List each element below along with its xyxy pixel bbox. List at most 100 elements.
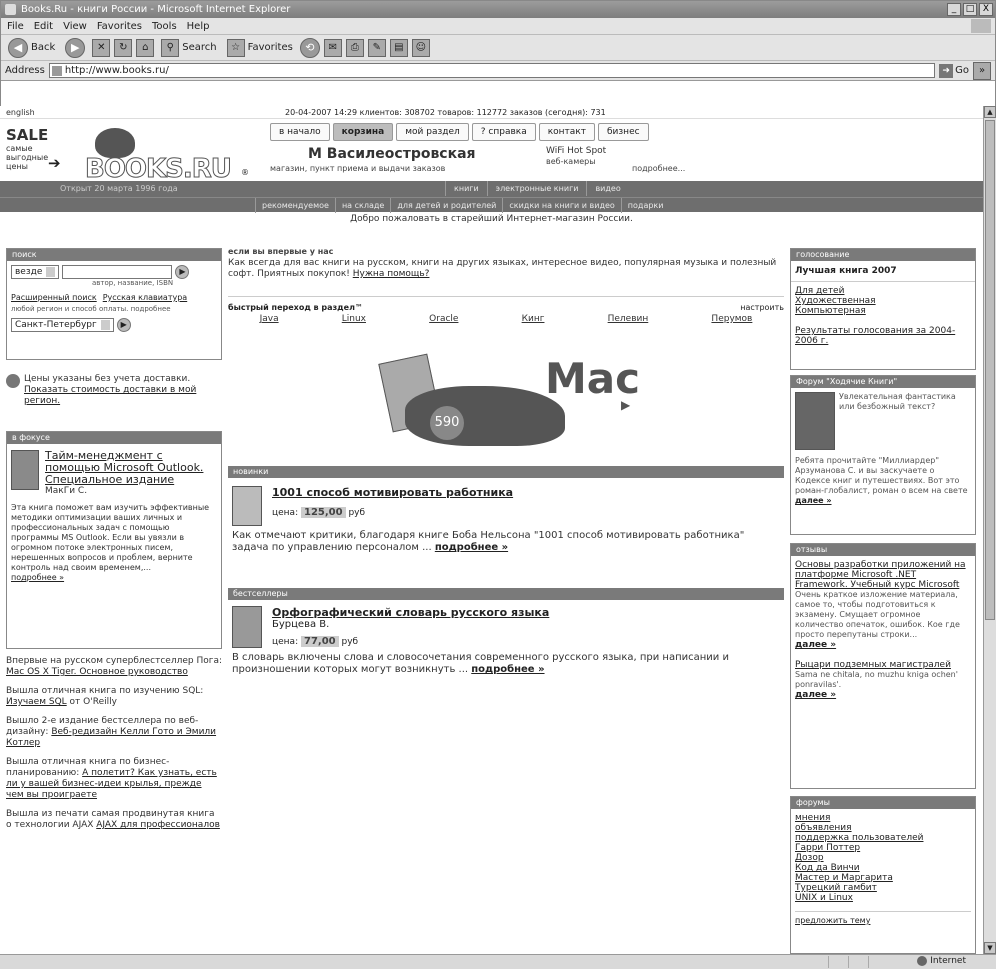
news-link[interactable]: Mac OS X Tiger. Основное руководство bbox=[6, 667, 188, 677]
delivery-link[interactable]: Показать стоимость доставки в мой регион… bbox=[24, 385, 196, 406]
novelty-book-cover[interactable] bbox=[232, 486, 262, 526]
close-button[interactable]: X bbox=[979, 3, 993, 16]
home-icon[interactable]: ⌂ bbox=[136, 38, 155, 57]
forward-button[interactable]: ▶ bbox=[62, 37, 88, 58]
back-button[interactable]: ◀ Back bbox=[5, 37, 58, 58]
advanced-search-link[interactable]: Расширенный поиск bbox=[11, 293, 97, 302]
go-button[interactable]: ➜ Go bbox=[939, 63, 969, 78]
back-arrow-icon: ◀ bbox=[8, 37, 28, 58]
quick-jump-settings[interactable]: настроить bbox=[740, 303, 784, 312]
russian-keyboard-link[interactable]: Русская клавиатура bbox=[103, 293, 187, 302]
review-book-link[interactable]: Рыцари подземных магистралей bbox=[795, 660, 971, 670]
tab-cart[interactable]: корзина bbox=[332, 123, 394, 141]
search-button[interactable]: ⚲ Search bbox=[158, 38, 219, 57]
maximize-button[interactable]: □ bbox=[963, 3, 977, 16]
sub-in-stock[interactable]: на складе bbox=[334, 198, 390, 213]
voting-results-link[interactable]: Результаты голосования за 2004-2006 г. bbox=[795, 326, 971, 346]
promo-more-link[interactable]: подробнее... bbox=[632, 164, 685, 173]
scroll-down-icon[interactable]: ▼ bbox=[984, 942, 996, 954]
favorites-button[interactable]: ☆ Favorites bbox=[224, 38, 296, 57]
sub-recommended[interactable]: рекомендуемое bbox=[255, 198, 335, 213]
novelty-more-link[interactable]: подробнее » bbox=[435, 542, 508, 553]
bestseller-price: 77,00 bbox=[300, 636, 339, 647]
tab-business[interactable]: бизнес bbox=[598, 123, 649, 141]
stop-icon[interactable]: ✕ bbox=[92, 38, 111, 57]
discuss-icon[interactable]: ▤ bbox=[389, 38, 408, 57]
history-icon[interactable]: ⟲ bbox=[299, 37, 320, 58]
site-logo[interactable]: BOOKS.RU ® bbox=[85, 128, 249, 185]
links-icon[interactable]: » bbox=[973, 61, 991, 80]
quick-link-java[interactable]: Java bbox=[260, 314, 279, 324]
category-ebooks[interactable]: электронные книги bbox=[486, 181, 587, 196]
quick-link-oracle[interactable]: Oracle bbox=[429, 314, 458, 324]
search-icon: ⚲ bbox=[161, 38, 180, 57]
review-book-link[interactable]: Основы разработки приложений на платформ… bbox=[795, 560, 971, 590]
print-icon[interactable]: ⎙ bbox=[345, 38, 364, 57]
need-help-link[interactable]: Нужна помощь? bbox=[353, 269, 430, 279]
city-select[interactable]: Санкт-Петербург bbox=[11, 318, 114, 332]
metro-station[interactable]: М Василеостровская bbox=[308, 146, 476, 162]
vote-kids-link[interactable]: Для детей bbox=[795, 286, 971, 296]
search-input[interactable] bbox=[62, 265, 173, 279]
mac-banner[interactable]: 590 Mac ▶ bbox=[345, 346, 645, 456]
focus-more-link[interactable]: подробнее » bbox=[11, 573, 64, 582]
sub-kids[interactable]: для детей и родителей bbox=[390, 198, 502, 213]
forum-link-opinions[interactable]: мнения bbox=[795, 813, 971, 823]
sale-title[interactable]: SALE bbox=[6, 126, 48, 144]
menu-view[interactable]: View bbox=[63, 18, 87, 34]
vote-computer-link[interactable]: Компьютерная bbox=[795, 306, 971, 316]
english-link[interactable]: english bbox=[6, 106, 35, 119]
scroll-thumb[interactable] bbox=[985, 120, 995, 620]
forum-more-link[interactable]: далее » bbox=[795, 496, 832, 505]
forum-link-da-vinci[interactable]: Код да Винчи bbox=[795, 863, 971, 873]
tab-contact[interactable]: контакт bbox=[538, 123, 595, 141]
refresh-icon[interactable]: ↻ bbox=[114, 38, 133, 57]
sub-gifts[interactable]: подарки bbox=[620, 198, 670, 213]
category-books[interactable]: книги bbox=[445, 181, 487, 196]
bestseller-book-cover[interactable] bbox=[232, 606, 262, 648]
menu-tools[interactable]: Tools bbox=[152, 18, 177, 34]
forum-link-support[interactable]: поддержка пользователей bbox=[795, 833, 971, 843]
menu-favorites[interactable]: Favorites bbox=[97, 18, 142, 34]
focus-book-cover[interactable] bbox=[11, 450, 39, 490]
forum-link-turkish[interactable]: Турецкий гамбит bbox=[795, 883, 971, 893]
search-go-icon[interactable]: ▶ bbox=[175, 265, 190, 279]
tab-my-section[interactable]: мой раздел bbox=[396, 123, 469, 141]
review-more-link[interactable]: далее » bbox=[795, 640, 836, 650]
vertical-scrollbar[interactable]: ▲ ▼ bbox=[983, 106, 996, 954]
messenger-icon[interactable]: ☺ bbox=[411, 38, 430, 57]
suggest-topic-link[interactable]: предложить тему bbox=[795, 911, 971, 926]
menu-edit[interactable]: Edit bbox=[34, 18, 53, 34]
review-more-link[interactable]: далее » bbox=[795, 690, 836, 700]
edit-icon[interactable]: ✎ bbox=[367, 38, 386, 57]
city-go-icon[interactable]: ▶ bbox=[116, 318, 131, 332]
tab-help[interactable]: ? справка bbox=[471, 123, 536, 141]
scroll-up-icon[interactable]: ▲ bbox=[984, 106, 996, 118]
forum-link-ads[interactable]: объявления bbox=[795, 823, 971, 833]
menu-file[interactable]: File bbox=[7, 18, 24, 34]
vote-fiction-link[interactable]: Художественная bbox=[795, 296, 971, 306]
novelty-title[interactable]: 1001 способ мотивировать работника bbox=[272, 486, 513, 499]
bestseller-more-link[interactable]: подробнее » bbox=[471, 664, 544, 675]
forum-link-master[interactable]: Мастер и Маргарита bbox=[795, 873, 971, 883]
forum-link-harry-potter[interactable]: Гарри Поттер bbox=[795, 843, 971, 853]
bestseller-title[interactable]: Орфографический словарь русского языка bbox=[272, 606, 549, 619]
menu-help[interactable]: Help bbox=[187, 18, 210, 34]
category-video[interactable]: видео bbox=[586, 181, 628, 196]
forum-book-cover[interactable] bbox=[795, 392, 835, 450]
search-scope-select[interactable]: везде bbox=[11, 265, 60, 279]
forum-link-dozor[interactable]: Дозор bbox=[795, 853, 971, 863]
quick-link-linux[interactable]: Linux bbox=[342, 314, 366, 324]
minimize-button[interactable]: _ bbox=[947, 3, 961, 16]
quick-link-perumov[interactable]: Перумов bbox=[711, 314, 752, 324]
mail-icon[interactable]: ✉ bbox=[323, 38, 342, 57]
news-link[interactable]: Изучаем SQL bbox=[6, 697, 67, 707]
forum-link-unix[interactable]: UNIX и Linux bbox=[795, 893, 971, 903]
focus-book-title[interactable]: Тайм-менеджмент с помощью Microsoft Outl… bbox=[45, 449, 203, 486]
quick-link-pelevin[interactable]: Пелевин bbox=[608, 314, 649, 324]
sub-discounts[interactable]: скидки на книги и видео bbox=[502, 198, 620, 213]
tab-home[interactable]: в начало bbox=[270, 123, 330, 141]
quick-link-king[interactable]: Кинг bbox=[522, 314, 545, 324]
news-link[interactable]: AJAX для профессионалов bbox=[96, 820, 220, 830]
address-input[interactable]: http://www.books.ru/ bbox=[48, 63, 936, 78]
